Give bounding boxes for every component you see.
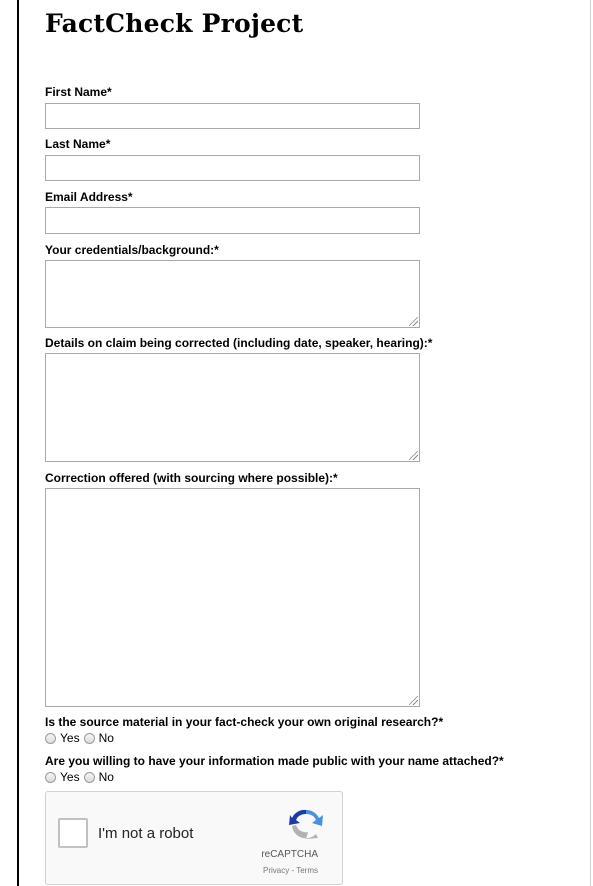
radio-option-label: No <box>98 731 114 745</box>
radio-option-label: No <box>98 770 114 784</box>
email-input[interactable] <box>45 207 420 234</box>
original-research-no-radio[interactable] <box>83 732 95 744</box>
correction-label: Correction offered (with sourcing where … <box>45 471 338 485</box>
page-title: FactCheck Project <box>45 9 304 38</box>
recaptcha-privacy-terms[interactable]: Privacy - Terms <box>22 866 318 875</box>
original-research-yes-radio[interactable] <box>45 732 56 744</box>
recaptcha-widget: I'm not a robot reCAPTCHA Privacy - Term… <box>45 791 343 885</box>
make-public-yes-radio[interactable] <box>45 771 56 783</box>
recaptcha-checkbox[interactable] <box>58 818 88 848</box>
radio-option-label: Yes <box>60 770 80 784</box>
claim-details-label: Details on claim being corrected (includ… <box>45 336 433 350</box>
last-name-label: Last Name* <box>45 137 111 151</box>
credentials-label: Your credentials/background:* <box>45 243 219 257</box>
first-name-label: First Name* <box>45 85 112 99</box>
email-label: Email Address* <box>45 190 133 204</box>
first-name-input[interactable] <box>45 103 420 129</box>
radio-option-label: Yes <box>60 731 80 745</box>
credentials-textarea[interactable] <box>45 260 420 328</box>
make-public-question: Are you willing to have your information… <box>45 754 504 768</box>
original-research-question: Is the source material in your fact-chec… <box>45 715 444 729</box>
original-research-options: Yes No <box>45 731 118 745</box>
recaptcha-logo-icon <box>289 809 323 839</box>
correction-textarea[interactable] <box>45 488 420 707</box>
claim-details-textarea[interactable] <box>45 353 420 462</box>
page-frame: FactCheck Project First Name* Last Name*… <box>17 0 591 886</box>
recaptcha-label: I'm not a robot <box>98 825 194 842</box>
recaptcha-brand: reCAPTCHA <box>261 849 318 860</box>
make-public-no-radio[interactable] <box>83 771 95 783</box>
last-name-input[interactable] <box>45 155 420 181</box>
make-public-options: Yes No <box>45 770 118 784</box>
